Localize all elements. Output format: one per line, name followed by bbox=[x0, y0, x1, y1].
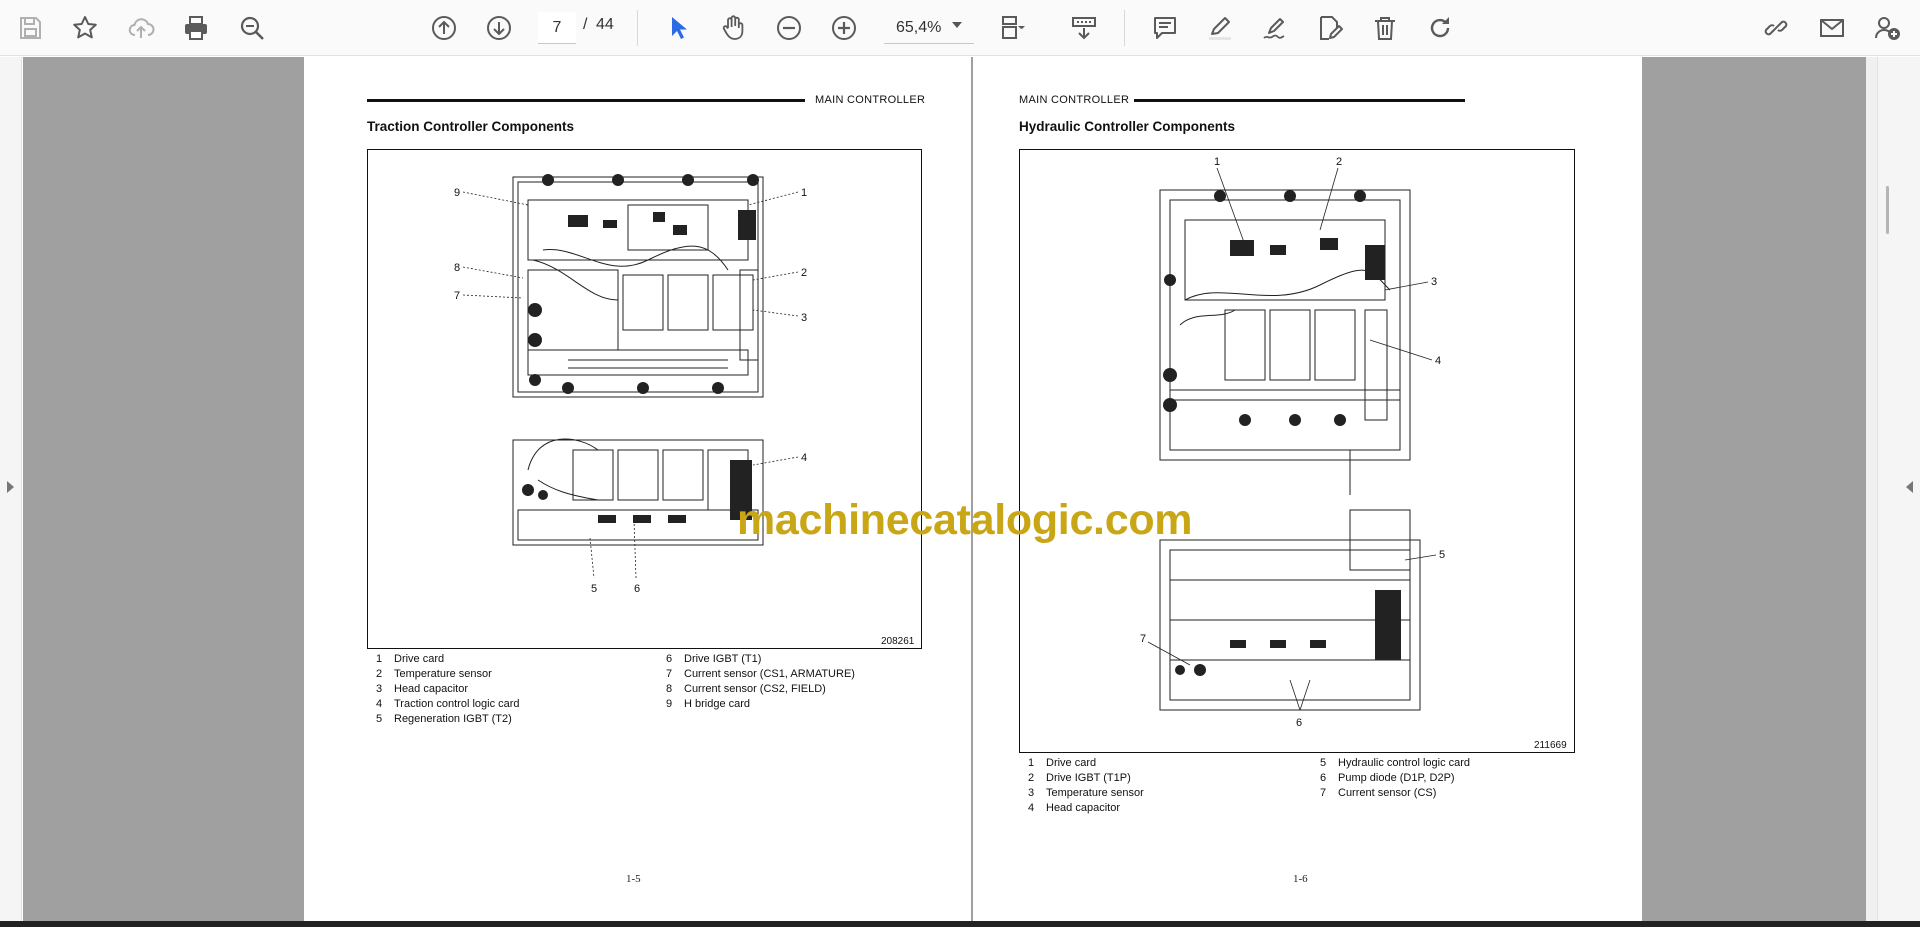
callout-7: 7 bbox=[1140, 633, 1146, 645]
page-left: MAIN CONTROLLER Traction Controller Comp… bbox=[304, 57, 971, 921]
figure-number: 211669 bbox=[1534, 740, 1567, 751]
add-user-icon[interactable] bbox=[1867, 8, 1907, 48]
callout-8: 8 bbox=[454, 262, 460, 274]
page-header: MAIN CONTROLLER bbox=[815, 94, 926, 106]
toolbar-divider bbox=[637, 10, 638, 46]
toolbar: 7 / 44 65,4% bbox=[0, 0, 1920, 56]
vertical-scrollbar[interactable] bbox=[1866, 57, 1877, 921]
star-icon[interactable] bbox=[65, 8, 105, 48]
previous-page-icon[interactable] bbox=[424, 8, 464, 48]
section-title: Traction Controller Components bbox=[367, 119, 575, 134]
next-page-icon[interactable] bbox=[479, 8, 519, 48]
page-total: 44 bbox=[596, 16, 614, 33]
document-viewport[interactable]: MAIN CONTROLLER Traction Controller Comp… bbox=[0, 57, 1920, 921]
hydraulic-controller-drawing: 1 2 3 4 5 7 6 bbox=[1140, 156, 1445, 729]
hydraulic-controller-figure: 1 2 3 4 5 7 6 211669 bbox=[1019, 149, 1575, 753]
print-icon[interactable] bbox=[176, 8, 216, 48]
watermark-text: machinecatalogic.com bbox=[737, 496, 1193, 544]
expand-right-panel-icon[interactable] bbox=[1906, 481, 1913, 493]
section-title: Hydraulic Controller Components bbox=[1019, 119, 1236, 134]
legend-item: 1 Drive card bbox=[376, 653, 445, 665]
document-canvas: MAIN CONTROLLER Traction Controller Comp… bbox=[23, 57, 1877, 921]
share-link-icon[interactable] bbox=[1756, 8, 1796, 48]
rotate-icon[interactable] bbox=[1420, 8, 1460, 48]
legend-item: 8 Current sensor (CS2, FIELD) bbox=[666, 683, 826, 695]
callout-6: 6 bbox=[634, 583, 640, 595]
zoom-level-input[interactable]: 65,4% bbox=[884, 12, 974, 44]
callout-1: 1 bbox=[801, 187, 807, 199]
legend-item: 2 Drive IGBT (T1P) bbox=[1028, 772, 1131, 784]
draw-signature-icon[interactable] bbox=[1255, 8, 1295, 48]
callout-4: 4 bbox=[801, 452, 807, 464]
page-header: MAIN CONTROLLER bbox=[1019, 94, 1130, 106]
expand-left-panel-icon[interactable] bbox=[7, 481, 14, 493]
legend-item: 2 Temperature sensor bbox=[376, 668, 492, 680]
legend-item: 4 Traction control logic card bbox=[376, 698, 520, 710]
page-footer-number: 1-5 bbox=[626, 873, 641, 885]
legend-item: 3 Temperature sensor bbox=[1028, 787, 1144, 799]
legend-item: 7 Current sensor (CS) bbox=[1320, 787, 1437, 799]
header-rule bbox=[367, 99, 805, 102]
callout-9: 9 bbox=[454, 187, 460, 199]
email-envelope-icon[interactable] bbox=[1812, 8, 1852, 48]
callout-3: 3 bbox=[1431, 276, 1437, 288]
zoom-dropdown-chevron-icon[interactable] bbox=[952, 22, 962, 28]
zoom-out-icon[interactable] bbox=[769, 8, 809, 48]
comment-icon[interactable] bbox=[1145, 8, 1185, 48]
zoom-search-icon[interactable] bbox=[232, 8, 272, 48]
right-panel-gutter bbox=[1877, 57, 1920, 921]
callout-2: 2 bbox=[1336, 156, 1342, 168]
figure-number: 208261 bbox=[881, 636, 915, 647]
save-icon[interactable] bbox=[10, 8, 50, 48]
callout-7: 7 bbox=[454, 290, 460, 302]
hand-tool-icon[interactable] bbox=[713, 8, 753, 48]
highlight-pen-icon[interactable] bbox=[1200, 8, 1240, 48]
callout-5: 5 bbox=[1439, 549, 1445, 561]
callout-5: 5 bbox=[591, 583, 597, 595]
legend-item: 4 Head capacitor bbox=[1028, 802, 1120, 814]
callout-4: 4 bbox=[1435, 355, 1441, 367]
legend-item: 9H bridge card bbox=[666, 698, 751, 710]
toolbar-divider bbox=[1124, 10, 1125, 46]
cloud-upload-icon[interactable] bbox=[121, 8, 161, 48]
page-display-icon[interactable] bbox=[993, 8, 1033, 48]
traction-controller-figure: 9 8 7 1 2 3 4 5 6 208261 bbox=[367, 149, 922, 649]
legend-item: 5 Regeneration IGBT (T2) bbox=[376, 713, 512, 725]
legend-item: 3 Head capacitor bbox=[376, 683, 468, 695]
page-number-input[interactable]: 7 bbox=[538, 12, 576, 44]
page-separator: / bbox=[583, 16, 588, 33]
select-cursor-icon[interactable] bbox=[658, 8, 698, 48]
callout-1: 1 bbox=[1214, 156, 1220, 168]
edit-text-icon[interactable] bbox=[1310, 8, 1350, 48]
legend-item: 7 Current sensor (CS1, ARMATURE) bbox=[666, 668, 855, 680]
window-bottom-edge bbox=[0, 921, 1920, 927]
scrollbar-thumb[interactable] bbox=[1886, 186, 1889, 234]
scrolling-mode-icon[interactable] bbox=[1064, 8, 1104, 48]
legend-item: 6 Drive IGBT (T1) bbox=[666, 653, 762, 665]
callout-6: 6 bbox=[1296, 717, 1302, 729]
page-footer-number: 1-6 bbox=[1293, 873, 1308, 885]
traction-controller-drawing: 9 8 7 1 2 3 4 5 6 bbox=[454, 174, 807, 595]
page-right: MAIN CONTROLLER Hydraulic Controller Com… bbox=[973, 57, 1642, 921]
callout-3: 3 bbox=[801, 312, 807, 324]
header-rule bbox=[1134, 99, 1465, 102]
delete-trash-icon[interactable] bbox=[1365, 8, 1405, 48]
legend-item: 6 Pump diode (D1P, D2P) bbox=[1320, 772, 1455, 784]
zoom-in-icon[interactable] bbox=[824, 8, 864, 48]
legend-item: 5 Hydraulic control logic card bbox=[1320, 757, 1471, 769]
callout-2: 2 bbox=[801, 267, 807, 279]
legend-item: 1 Drive card bbox=[1028, 757, 1097, 769]
